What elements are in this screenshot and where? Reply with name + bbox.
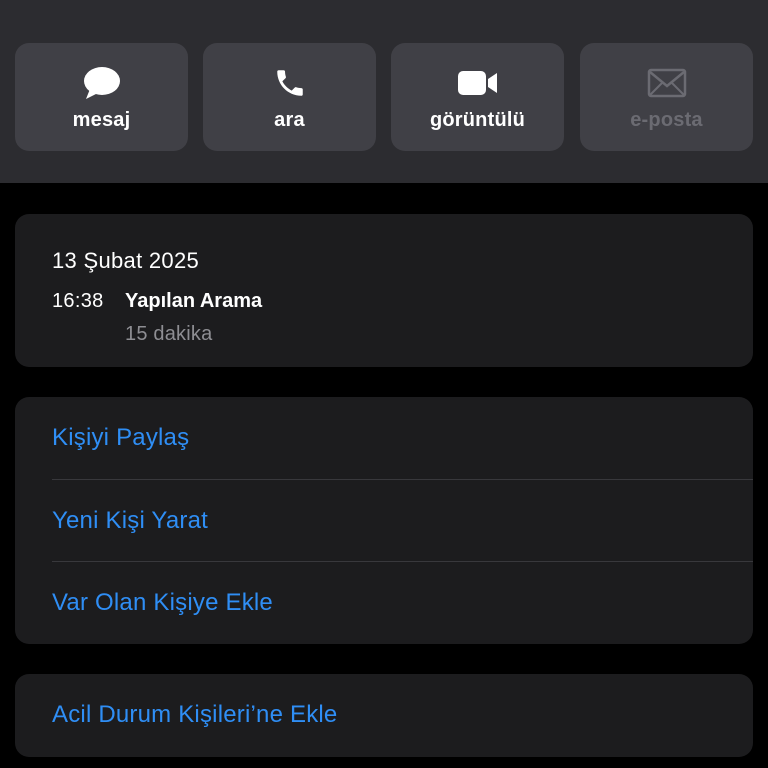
- email-button-label: e-posta: [630, 109, 703, 131]
- recent-call-type: Yapılan Arama: [125, 290, 263, 312]
- create-new-contact-row[interactable]: Yeni Kişi Yarat: [15, 480, 753, 562]
- add-to-existing-contact-label: Var Olan Kişiye Ekle: [52, 589, 273, 616]
- message-button[interactable]: mesaj: [15, 43, 188, 151]
- recent-call-card: 13 Şubat 2025 16:38 Yapılan Arama 15 dak…: [15, 214, 753, 367]
- video-call-button-label: görüntülü: [429, 109, 526, 131]
- add-to-emergency-contacts-label: Acil Durum Kişileri’ne Ekle: [52, 701, 338, 728]
- call-button-label: ara: [274, 109, 305, 131]
- envelope-icon: [580, 65, 753, 101]
- recent-call-duration: 15 dakika: [125, 323, 213, 345]
- share-contact-row[interactable]: Kişiyi Paylaş: [15, 397, 753, 479]
- share-contact-label: Kişiyi Paylaş: [52, 424, 190, 451]
- message-button-label: mesaj: [72, 109, 131, 131]
- add-to-emergency-contacts-row[interactable]: Acil Durum Kişileri’ne Ekle: [15, 674, 753, 756]
- emergency-contacts-card: Acil Durum Kişileri’ne Ekle: [15, 674, 753, 757]
- video-call-button[interactable]: görüntülü: [391, 43, 564, 151]
- video-camera-icon: [391, 65, 564, 101]
- recent-call-date: 13 Şubat 2025: [52, 248, 200, 273]
- phone-icon: [203, 65, 376, 101]
- email-button[interactable]: e-posta: [580, 43, 753, 151]
- contact-actions-card: Kişiyi Paylaş Yeni Kişi Yarat Var Olan K…: [15, 397, 753, 644]
- add-to-existing-contact-row[interactable]: Var Olan Kişiye Ekle: [15, 562, 753, 644]
- message-bubble-icon: [15, 65, 188, 101]
- create-new-contact-label: Yeni Kişi Yarat: [52, 507, 208, 534]
- call-button[interactable]: ara: [203, 43, 376, 151]
- recent-call-time: 16:38: [52, 290, 104, 312]
- quick-actions-bar: mesaj ara görüntülü e-posta: [0, 0, 768, 183]
